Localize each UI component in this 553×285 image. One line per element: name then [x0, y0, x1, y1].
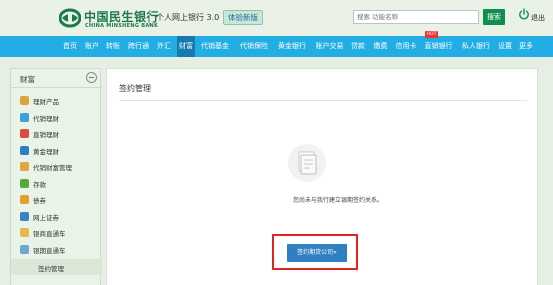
card-icon: [20, 228, 29, 237]
page-title: 签约管理: [119, 84, 151, 93]
sidebar-item-label: 代销财富管理: [33, 164, 72, 172]
title-divider: [119, 100, 527, 101]
nav-item[interactable]: 账户: [83, 36, 101, 57]
sidebar-item[interactable]: 代销财富管理: [11, 159, 102, 175]
sidebar-item-label: 银商直通车: [33, 230, 66, 238]
nav-item[interactable]: 外汇: [154, 36, 174, 57]
nav-item[interactable]: 信用卡: [394, 36, 418, 57]
sidebar-item[interactable]: 银商直通车: [11, 225, 102, 241]
sidebar-item[interactable]: 黄金理财: [11, 143, 102, 159]
nav-item[interactable]: 代销保险: [237, 36, 271, 57]
chart-icon: [20, 96, 29, 105]
flower-icon: [20, 129, 29, 138]
header-divider: [149, 10, 150, 26]
power-icon[interactable]: [518, 8, 530, 20]
sidebar-item-label: 代销理财: [33, 114, 59, 123]
deposit-icon: [20, 178, 29, 188]
sidebar-item-label: 存款: [33, 180, 46, 189]
main-nav: 首页 账户 转账 跨行通 外汇 财富 代销基金 代销保险 黄金银行 账户交易 贷款 缴费 信用卡 直销银行…: [0, 36, 553, 57]
sidebar-item[interactable]: 理财产品: [11, 93, 102, 109]
sidebar-item[interactable]: 网上证券: [11, 209, 102, 225]
sidebar-subitem-label: 签约管理: [38, 265, 64, 273]
nav-item[interactable]: 贷款: [349, 36, 367, 57]
sidebar-item-label: 网上证券: [33, 213, 59, 222]
sidebar-item-label: 银期直通车: [33, 246, 66, 255]
nav-item[interactable]: 私人银行: [459, 36, 493, 57]
bond-icon: [20, 195, 29, 204]
nav-item[interactable]: 黄金银行: [275, 36, 309, 57]
search-button[interactable]: 搜索: [483, 9, 505, 25]
nav-item[interactable]: 直销银行: [422, 36, 455, 57]
sidebar-item-label: 黄金理财: [33, 147, 59, 156]
sidebar-item[interactable]: 债券: [11, 192, 102, 208]
clock-icon: [20, 112, 29, 122]
empty-document-icon: [288, 144, 326, 182]
nav-item[interactable]: 跨行通: [126, 36, 151, 57]
sidebar-item[interactable]: 代销理财: [11, 110, 102, 126]
sidebar-item[interactable]: 银期直通车: [11, 242, 102, 258]
bar-chart-icon: [20, 145, 29, 155]
nav-item[interactable]: 代销基金: [197, 36, 233, 57]
content-panel: 签约管理 您尚未与我行建立银期签约关系。 签约期货公司»: [106, 68, 538, 285]
header-subtitle: 个人网上银行 3.0: [156, 13, 220, 22]
nav-item[interactable]: 更多: [516, 36, 536, 57]
sidebar-item-label: 债券: [33, 197, 46, 205]
logout-link[interactable]: 退出: [531, 13, 545, 23]
header: 中国民生银行 CHINA MINSHENG BANK 个人网上银行 3.0 体验…: [0, 0, 553, 36]
sign-futures-company-button[interactable]: 签约期货公司»: [287, 244, 347, 262]
brand-name-en: CHINA MINSHENG BANK: [85, 23, 159, 29]
collapse-icon[interactable]: [86, 72, 97, 83]
coin-icon: [20, 162, 29, 171]
nav-item[interactable]: 缴费: [371, 36, 390, 57]
sidebar-title: 财富: [20, 75, 35, 84]
sidebar-header: 财富: [11, 69, 102, 88]
sidebar: 财富 理财产品代销理财直销理财黄金理财代销财富管理 存款债券网上证券银商直通车银期…: [10, 68, 102, 285]
nav-item[interactable]: 转账: [104, 36, 122, 57]
nav-item[interactable]: 财富: [177, 36, 195, 57]
trial-new-version-button[interactable]: 体验新版: [223, 10, 263, 25]
nav-item[interactable]: 设置: [497, 36, 513, 57]
nav-item[interactable]: 账户交易: [313, 36, 346, 57]
sidebar-item[interactable]: 直销理财: [11, 126, 102, 142]
sidebar-item-label: 直销理财: [33, 131, 59, 139]
sidebar-item[interactable]: 存款: [11, 176, 102, 192]
hot-badge: HOT: [425, 31, 438, 38]
database-icon: [20, 244, 29, 254]
minsheng-logo-icon[interactable]: [59, 8, 81, 28]
screen-icon: [20, 211, 29, 221]
empty-state-message: 您尚未与我行建立银期签约关系。: [292, 197, 383, 204]
search-input[interactable]: [353, 10, 479, 24]
sidebar-item-label: 理财产品: [33, 98, 59, 106]
nav-item[interactable]: 首页: [60, 36, 80, 57]
sidebar-subitem-sign-management[interactable]: 签约管理: [11, 259, 102, 275]
